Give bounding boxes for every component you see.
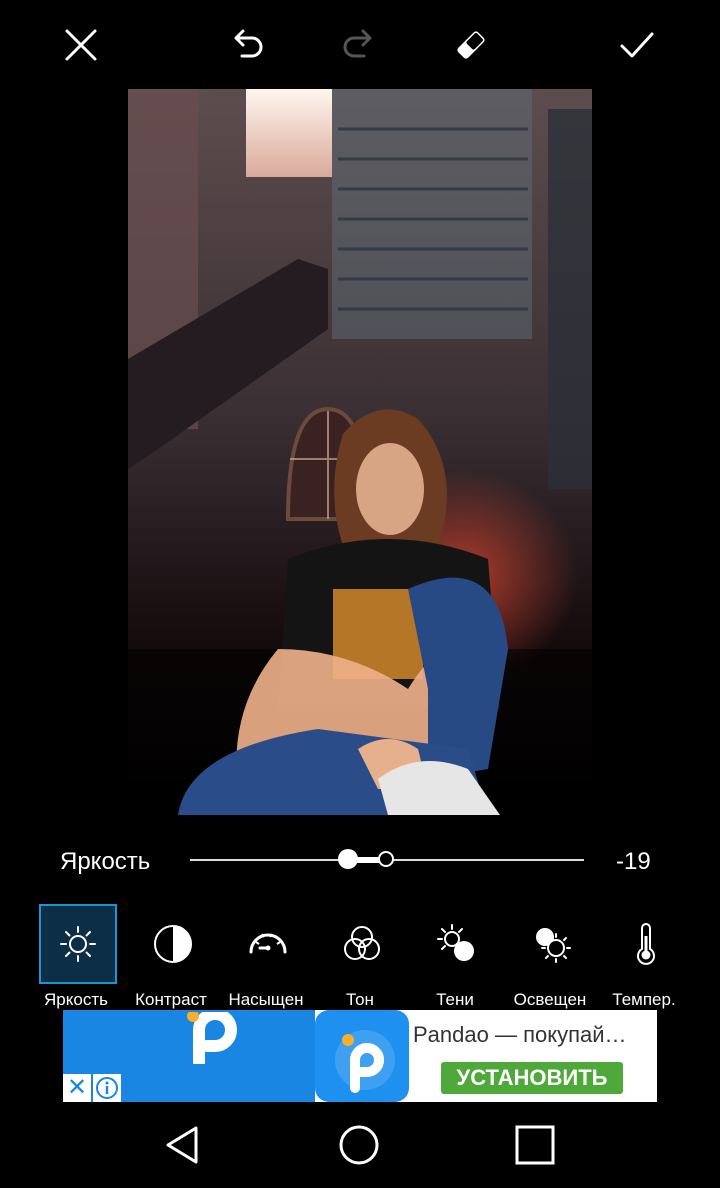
tool-label: Темпер. bbox=[612, 990, 676, 1009]
tool-label: Освещен bbox=[513, 990, 587, 1009]
recent-apps-icon bbox=[515, 1125, 555, 1165]
contrast-icon bbox=[154, 925, 192, 963]
tool-label: Тон bbox=[346, 990, 374, 1009]
redo-icon bbox=[343, 29, 372, 58]
tool-tile bbox=[418, 904, 496, 984]
slider-label: Яркость bbox=[60, 848, 151, 875]
brightness-icon bbox=[60, 926, 96, 962]
tool-tile bbox=[323, 904, 401, 984]
system-nav-bar bbox=[0, 1102, 720, 1188]
undo-button[interactable] bbox=[222, 20, 272, 70]
nav-back-button[interactable] bbox=[158, 1120, 208, 1170]
edited-photo bbox=[128, 89, 592, 815]
tool-saturation[interactable]: Насыщен bbox=[218, 902, 314, 1009]
tool-label: Яркость bbox=[44, 990, 108, 1009]
home-icon bbox=[339, 1125, 379, 1165]
saturation-icon bbox=[249, 933, 287, 954]
apply-button[interactable] bbox=[612, 20, 662, 70]
tool-tile bbox=[134, 904, 212, 984]
photo-canvas[interactable] bbox=[128, 89, 592, 815]
adjustment-tools: Яркость Контраст Насыщен Тон Тени Освеще… bbox=[0, 902, 720, 1009]
redo-button[interactable] bbox=[334, 20, 384, 70]
tool-contrast[interactable]: Контраст bbox=[123, 902, 219, 1009]
tool-hue[interactable]: Тон bbox=[312, 902, 408, 1009]
adjustment-slider-row: Яркость -19 bbox=[0, 836, 720, 884]
info-icon bbox=[96, 1077, 118, 1099]
eraser-icon bbox=[457, 31, 485, 59]
ad-info-button[interactable] bbox=[93, 1074, 121, 1102]
tool-temperature[interactable]: Темпер. bbox=[596, 902, 692, 1009]
tool-highlights[interactable]: Освещен bbox=[502, 902, 598, 1009]
tool-label: Насыщен bbox=[228, 990, 304, 1009]
hue-icon bbox=[344, 926, 380, 960]
nav-recent-button[interactable] bbox=[510, 1120, 560, 1170]
highlights-icon bbox=[536, 928, 571, 963]
close-icon: ✕ bbox=[66, 1074, 88, 1101]
shadows-icon bbox=[437, 924, 474, 961]
ad-banner[interactable]: ✕ Pandao — покупай… УСТАНОВИТЬ bbox=[63, 1010, 657, 1102]
slider-value: -19 bbox=[616, 848, 651, 875]
eraser-button[interactable] bbox=[446, 20, 496, 70]
pandao-app-icon bbox=[335, 1030, 395, 1093]
tool-tile bbox=[513, 904, 591, 984]
slider-origin-marker bbox=[378, 851, 394, 867]
slider-thumb[interactable] bbox=[338, 849, 358, 869]
pandao-logo bbox=[187, 1012, 237, 1064]
nav-home-button[interactable] bbox=[334, 1120, 384, 1170]
close-button[interactable] bbox=[56, 20, 106, 70]
check-icon bbox=[620, 32, 654, 58]
tool-label: Тени bbox=[436, 990, 474, 1009]
back-icon bbox=[166, 1126, 198, 1164]
editor-toolbar bbox=[0, 0, 720, 88]
tool-tile bbox=[607, 904, 685, 984]
temperature-icon bbox=[637, 923, 655, 965]
ad-app-icon[interactable] bbox=[315, 1010, 409, 1102]
undo-icon bbox=[234, 29, 263, 58]
ad-install-button[interactable]: УСТАНОВИТЬ bbox=[441, 1062, 623, 1094]
close-icon bbox=[65, 29, 97, 61]
tool-tile bbox=[229, 904, 307, 984]
ad-close-button[interactable]: ✕ bbox=[63, 1074, 91, 1102]
ad-title[interactable]: Pandao — покупай… bbox=[413, 1022, 627, 1048]
tool-tile bbox=[39, 904, 117, 984]
tool-brightness[interactable]: Яркость bbox=[28, 902, 124, 1009]
ad-image[interactable]: ✕ bbox=[63, 1010, 315, 1102]
tool-label: Контраст bbox=[135, 990, 207, 1009]
tool-shadows[interactable]: Тени bbox=[407, 902, 503, 1009]
